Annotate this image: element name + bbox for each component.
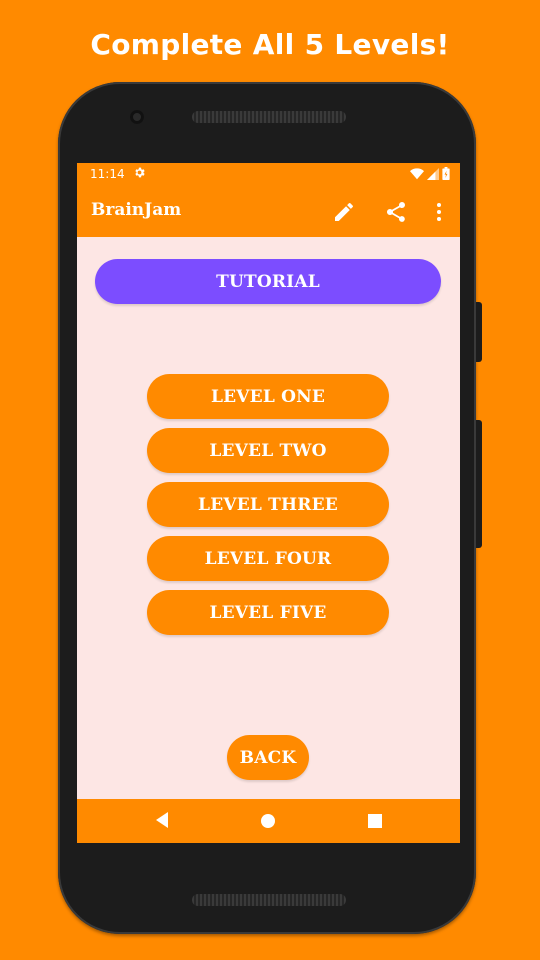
- recents-square-icon[interactable]: [367, 813, 383, 833]
- top-speaker: [192, 111, 346, 123]
- status-icons: [410, 167, 450, 183]
- edit-pencil-icon[interactable]: [332, 200, 356, 224]
- phone-screen: 11:14 BrainJam TUTORIAL LEVEL ONE LEVEL …: [77, 163, 460, 843]
- back-button[interactable]: BACK: [227, 735, 309, 780]
- level-five-button[interactable]: LEVEL FIVE: [147, 590, 389, 635]
- phone-side-button-upper: [476, 302, 482, 362]
- more-vert-icon[interactable]: [427, 200, 451, 224]
- status-bar: 11:14: [77, 163, 460, 185]
- level-three-button[interactable]: LEVEL THREE: [147, 482, 389, 527]
- status-time: 11:14: [90, 167, 125, 181]
- app-title: BrainJam: [91, 200, 182, 220]
- wifi-icon: [410, 167, 424, 183]
- cell-signal-icon: [427, 167, 439, 183]
- phone-side-button-lower: [476, 420, 482, 548]
- system-nav-bar: [77, 799, 460, 843]
- home-circle-icon[interactable]: [260, 813, 276, 833]
- front-camera: [130, 110, 144, 124]
- battery-icon: [442, 167, 450, 183]
- back-triangle-icon[interactable]: [154, 811, 170, 833]
- app-bar: BrainJam: [77, 185, 460, 237]
- level-four-button[interactable]: LEVEL FOUR: [147, 536, 389, 581]
- level-one-button[interactable]: LEVEL ONE: [147, 374, 389, 419]
- tutorial-button[interactable]: TUTORIAL: [95, 259, 441, 304]
- bottom-speaker: [192, 894, 346, 906]
- level-two-button[interactable]: LEVEL TWO: [147, 428, 389, 473]
- promo-headline: Complete All 5 Levels!: [90, 28, 450, 61]
- settings-gear-icon: [133, 166, 146, 182]
- share-icon[interactable]: [384, 200, 408, 224]
- level-menu: TUTORIAL LEVEL ONE LEVEL TWO LEVEL THREE…: [77, 237, 460, 799]
